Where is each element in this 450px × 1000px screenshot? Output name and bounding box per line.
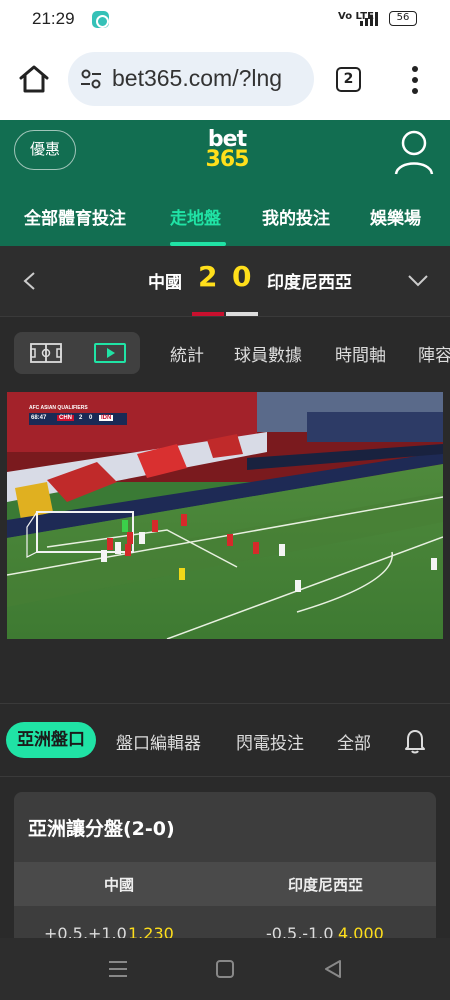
signal-strength-icon bbox=[360, 10, 382, 26]
video-spacer bbox=[0, 639, 450, 703]
tab-flash-bet[interactable]: 閃電投注 bbox=[236, 729, 304, 754]
browser-toolbar: bet365.com/?lng 2 bbox=[0, 38, 450, 120]
home-score: 2 bbox=[198, 260, 218, 293]
messaging-app-icon bbox=[92, 11, 109, 28]
url-text[interactable]: bet365.com/?lng bbox=[112, 65, 308, 92]
market-title[interactable]: 亞洲讓分盤(2-0) bbox=[28, 814, 175, 841]
market-away-label: 印度尼西亞 bbox=[288, 876, 364, 894]
home-nav-icon[interactable] bbox=[216, 960, 234, 978]
nav-all-sports[interactable]: 全部體育投注 bbox=[24, 204, 126, 229]
match-video-frame bbox=[7, 392, 443, 639]
chevron-down-icon[interactable] bbox=[408, 274, 428, 288]
bell-icon[interactable] bbox=[404, 728, 426, 754]
scorebug-home-score: 2 bbox=[79, 415, 83, 421]
status-bar: 21:29 Vo LTE 56 bbox=[0, 0, 450, 38]
home-icon[interactable] bbox=[18, 64, 50, 94]
logo-text-bottom: 365 bbox=[205, 147, 250, 172]
battery-icon: 56 bbox=[389, 11, 417, 26]
tv-scorebug: AFC ASIAN QUALIFIERS 68:47 CHN 2 0 IDN bbox=[29, 405, 127, 427]
tab-lineups[interactable]: 陣容 bbox=[418, 341, 450, 366]
market-header-row: 中國 印度尼西亞 bbox=[14, 862, 436, 906]
scorebug-time: 68:47 bbox=[31, 415, 47, 421]
bet365-logo[interactable]: bet 365 bbox=[202, 129, 252, 172]
live-stream-icon[interactable] bbox=[94, 343, 126, 363]
tab-all-markets[interactable]: 全部 bbox=[337, 729, 371, 754]
nav-casino[interactable]: 娛樂場 bbox=[370, 204, 421, 229]
site-settings-icon[interactable] bbox=[80, 69, 102, 89]
tab-switcher-button[interactable]: 2 bbox=[336, 67, 361, 92]
scorebug-away-code: IDN bbox=[99, 415, 114, 421]
market-home-label: 中國 bbox=[104, 876, 135, 894]
tab-player-stats[interactable]: 球員數據 bbox=[234, 341, 302, 366]
media-toggle bbox=[14, 332, 140, 374]
live-video[interactable]: AFC ASIAN QUALIFIERS 68:47 CHN 2 0 IDN bbox=[7, 392, 443, 639]
recent-apps-icon[interactable] bbox=[108, 960, 128, 978]
address-bar[interactable]: bet365.com/?lng bbox=[68, 52, 314, 106]
status-time: 21:29 bbox=[32, 9, 75, 28]
nav-in-play[interactable]: 走地盤 bbox=[170, 204, 221, 229]
more-menu-icon[interactable] bbox=[412, 66, 418, 94]
back-nav-icon[interactable] bbox=[324, 960, 342, 978]
tab-timeline[interactable]: 時間軸 bbox=[335, 341, 386, 366]
chevron-left-icon[interactable] bbox=[22, 272, 36, 290]
tab-asian-lines[interactable]: 亞洲盤口 bbox=[6, 722, 96, 758]
asian-handicap-card: 亞洲讓分盤(2-0) 中國 印度尼西亞 +0.5,+1.0 1.230 -0.5… bbox=[14, 792, 436, 952]
market-tab-bar: 亞洲盤口 盤口編輯器 閃電投注 全部 bbox=[0, 703, 450, 777]
system-nav-bar bbox=[0, 938, 450, 1000]
media-tab-bar: 統計 球員數據 時間軸 陣容 bbox=[0, 316, 450, 388]
scorebug-title: AFC ASIAN QUALIFIERS bbox=[29, 405, 88, 411]
tab-stats[interactable]: 統計 bbox=[170, 341, 204, 366]
away-score: 0 bbox=[232, 260, 252, 293]
user-account-icon[interactable] bbox=[392, 128, 436, 176]
nav-my-bets[interactable]: 我的投注 bbox=[262, 204, 330, 229]
scorebug-home-code: CHN bbox=[57, 415, 74, 421]
pitch-icon[interactable] bbox=[30, 343, 62, 363]
main-nav: 全部體育投注 走地盤 我的投注 娛樂場 bbox=[0, 190, 450, 246]
home-team-name: 中國 bbox=[148, 273, 182, 293]
promotions-button[interactable]: 優惠 bbox=[14, 130, 76, 170]
match-scoreboard: 中國 2 0 印度尼西亞 bbox=[0, 246, 450, 316]
away-team-name: 印度尼西亞 bbox=[267, 273, 352, 293]
scorebug-score-row: 68:47 CHN 2 0 IDN bbox=[29, 413, 127, 425]
tab-bet-builder[interactable]: 盤口編輯器 bbox=[116, 729, 201, 754]
site-header: 優惠 bet 365 全部體育投注 走地盤 我的投注 娛樂場 bbox=[0, 120, 450, 246]
scorebug-away-score: 0 bbox=[89, 415, 93, 421]
